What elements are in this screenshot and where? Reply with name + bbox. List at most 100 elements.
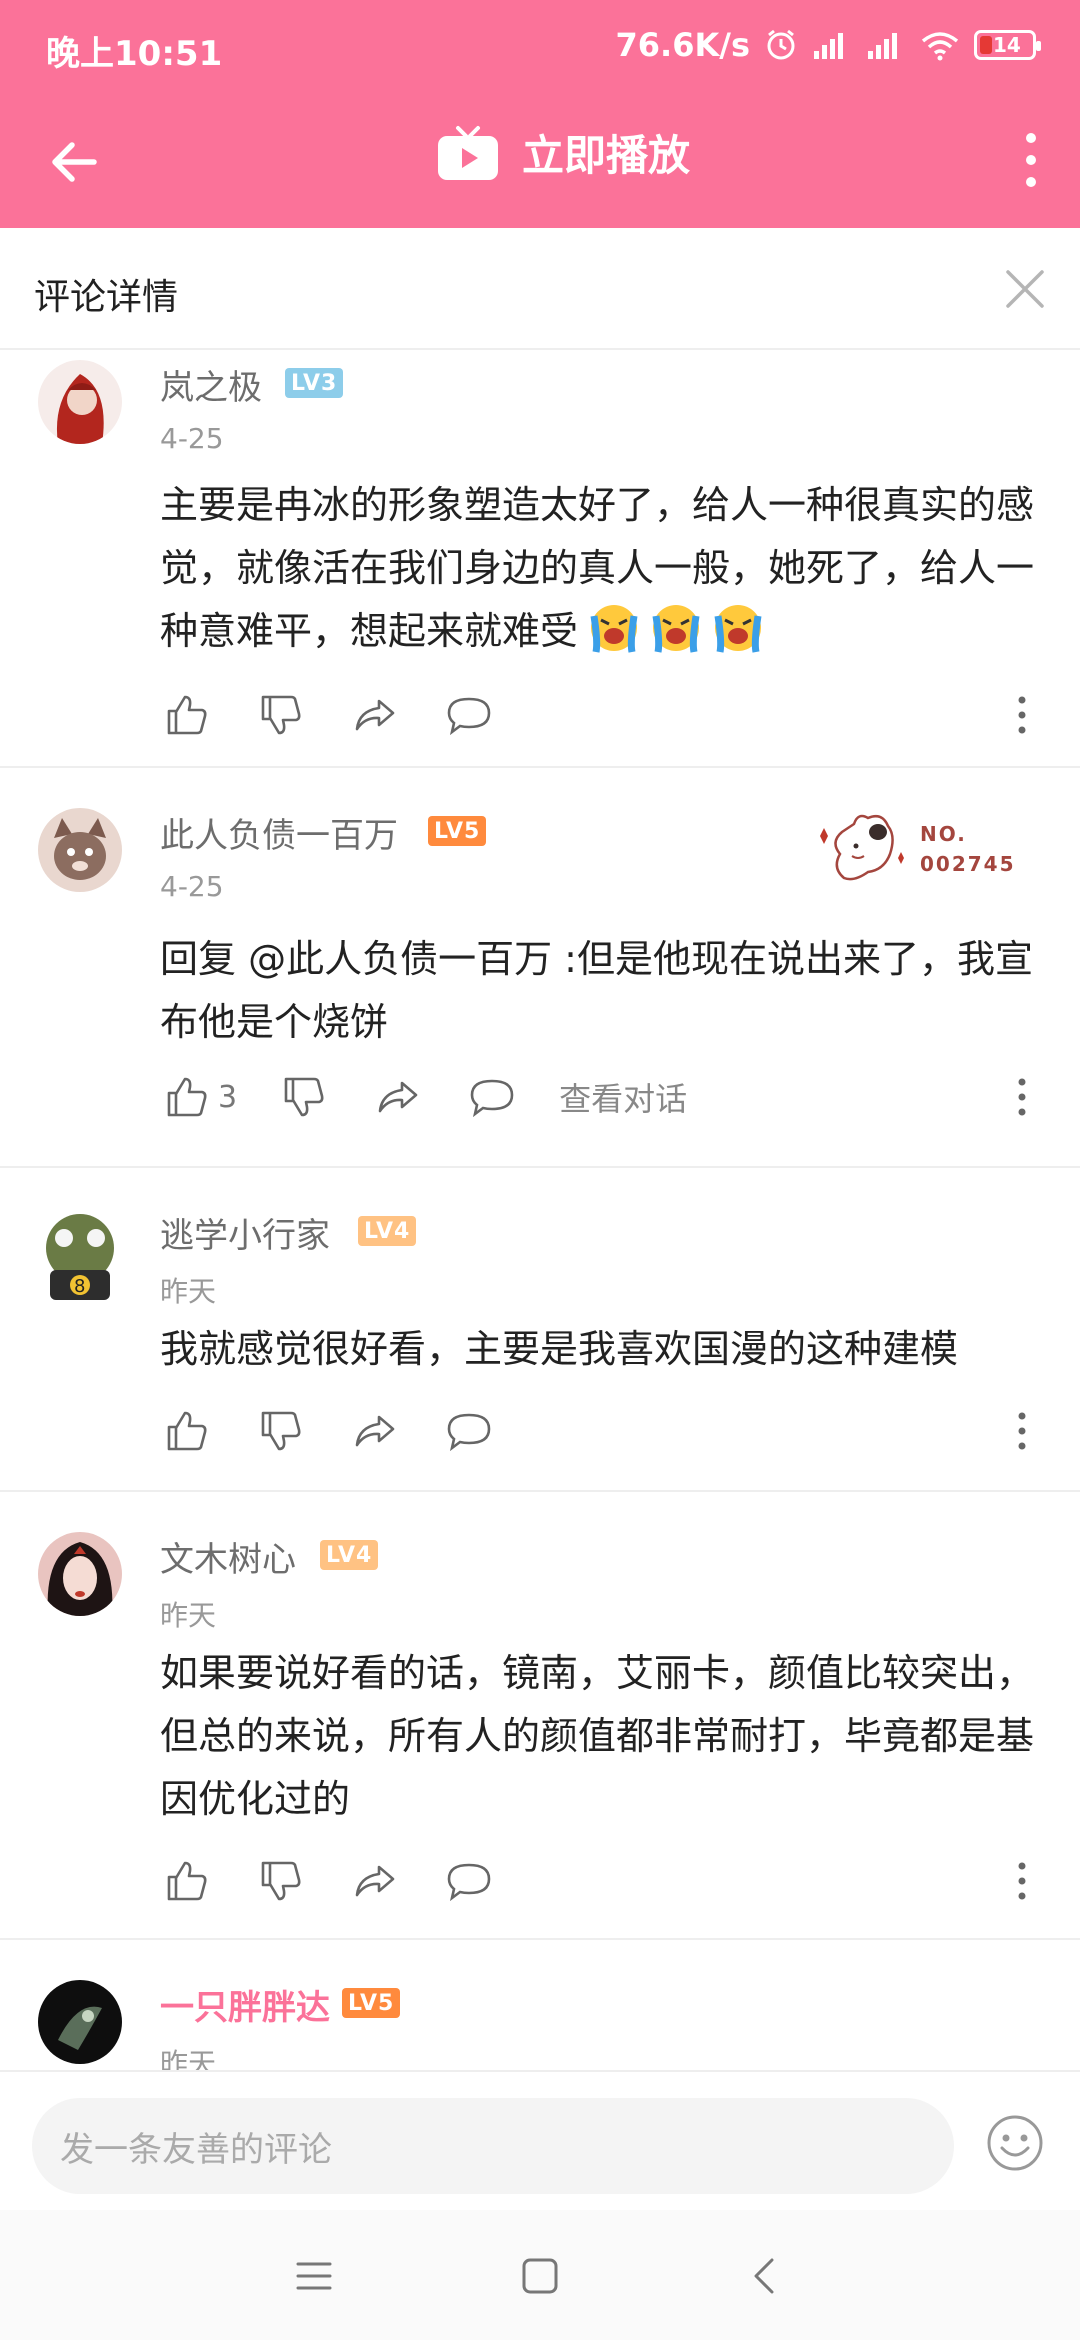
comment-actions bbox=[160, 688, 1040, 742]
emoji-button[interactable] bbox=[984, 2112, 1046, 2174]
app-header: 晚上10:51 76.6K/s 14 立即播放 bbox=[0, 0, 1080, 228]
level-badge: LV4 bbox=[320, 1540, 379, 1570]
comment-actions: 3 查看对话 bbox=[160, 1070, 1040, 1124]
chevron-left-icon bbox=[754, 2258, 774, 2294]
comment-bubble-icon bbox=[447, 1413, 491, 1452]
thumbs-up-icon bbox=[167, 1861, 207, 1901]
fan-number-label: NO. bbox=[920, 822, 967, 846]
comment-more-button[interactable] bbox=[1012, 690, 1032, 740]
system-back-button[interactable] bbox=[744, 2254, 788, 2298]
share-arrow-icon bbox=[355, 1865, 395, 1897]
share-button[interactable] bbox=[348, 688, 402, 742]
share-button[interactable] bbox=[348, 1854, 402, 1908]
thumbs-up-icon bbox=[167, 1077, 207, 1117]
like-button[interactable] bbox=[160, 688, 214, 742]
comment-more-button[interactable] bbox=[1012, 1406, 1032, 1456]
username[interactable]: 一只胖胖达 bbox=[160, 1980, 330, 2029]
status-bar: 晚上10:51 76.6K/s 14 bbox=[0, 0, 1080, 96]
comment-input[interactable]: 发一条友善的评论 bbox=[32, 2098, 954, 2194]
level-badge: LV3 bbox=[285, 368, 344, 398]
comment-text: 主要是冉冰的形象塑造太好了，给人一种很真实的感觉，就像活在我们身边的真人一般，她… bbox=[160, 474, 1040, 663]
comment-actions bbox=[160, 1854, 1040, 1908]
reply-button[interactable] bbox=[442, 688, 496, 742]
play-now-label: 立即播放 bbox=[522, 131, 691, 180]
wifi-icon bbox=[920, 29, 960, 61]
reply-button[interactable] bbox=[465, 1070, 519, 1124]
close-button[interactable] bbox=[1000, 264, 1050, 314]
avatar[interactable] bbox=[38, 1980, 122, 2064]
thumbs-down-icon bbox=[261, 1411, 301, 1451]
signal-icon bbox=[812, 29, 852, 61]
reply-button[interactable] bbox=[442, 1854, 496, 1908]
crying-emoji-icon bbox=[652, 605, 700, 653]
comment-date: 昨天 bbox=[160, 1599, 217, 1632]
smiley-icon bbox=[987, 2115, 1043, 2171]
comment-bubble-icon bbox=[447, 697, 491, 736]
comment-date: 4-25 bbox=[160, 422, 224, 455]
comment-input-bar: 发一条友善的评论 bbox=[0, 2070, 1080, 2210]
nav-bar: 立即播放 bbox=[0, 96, 1080, 228]
like-button[interactable] bbox=[160, 1404, 214, 1458]
battery-level: 14 bbox=[993, 33, 1021, 57]
more-vertical-icon bbox=[1018, 1078, 1026, 1116]
more-vertical-icon bbox=[1018, 696, 1026, 734]
battery-icon: 14 bbox=[974, 30, 1041, 60]
thumbs-down-icon bbox=[284, 1077, 324, 1117]
status-time: 晚上10:51 bbox=[46, 34, 223, 74]
menu-icon bbox=[296, 2262, 332, 2290]
avatar[interactable]: 8 bbox=[38, 1208, 122, 1300]
comment-more-button[interactable] bbox=[1012, 1856, 1032, 1906]
comment-date: 昨天 bbox=[160, 2047, 217, 2070]
comment-text: 回复 @此人负债一百万 :但是他现在说出来了，我宣布他是个烧饼 bbox=[160, 937, 1033, 1044]
share-button[interactable] bbox=[371, 1070, 425, 1124]
level-badge: LV5 bbox=[342, 1988, 401, 2018]
thumbs-up-icon bbox=[167, 1411, 207, 1451]
comment-text: 我就感觉很好看，主要是我喜欢国漫的这种建模 bbox=[160, 1327, 959, 1371]
comment-item: 岚之极 LV3 4-25 主要是冉冰的形象塑造太好了，给人一种很真实的感觉，就像… bbox=[0, 350, 1080, 768]
share-arrow-icon bbox=[355, 1415, 395, 1447]
network-speed: 76.6K/s bbox=[615, 26, 750, 64]
comment-list[interactable]: 岚之极 LV3 4-25 主要是冉冰的形象塑造太好了，给人一种很真实的感觉，就像… bbox=[0, 350, 1080, 2070]
thumbs-down-icon bbox=[261, 695, 301, 735]
system-navigation-bar bbox=[0, 2210, 1080, 2340]
dislike-button[interactable] bbox=[254, 688, 308, 742]
panel-title: 评论详情 bbox=[34, 277, 179, 318]
thumbs-down-icon bbox=[261, 1861, 301, 1901]
arrow-left-icon bbox=[52, 142, 97, 182]
avatar[interactable] bbox=[38, 808, 122, 892]
fan-number: 002745 bbox=[920, 852, 1016, 876]
puppy-sticker-icon bbox=[820, 814, 904, 881]
comment-more-button[interactable] bbox=[1012, 1072, 1032, 1122]
avatar[interactable] bbox=[38, 360, 122, 444]
dislike-button[interactable] bbox=[254, 1854, 308, 1908]
more-vertical-icon bbox=[1026, 133, 1036, 187]
username[interactable]: 逃学小行家 bbox=[160, 1208, 330, 1257]
comment-date: 4-25 bbox=[160, 870, 224, 903]
home-button[interactable] bbox=[518, 2254, 562, 2298]
like-button[interactable] bbox=[160, 1070, 214, 1124]
share-button[interactable] bbox=[348, 1404, 402, 1458]
crying-emoji-icon bbox=[714, 605, 762, 653]
comment-bubble-icon bbox=[447, 1863, 491, 1902]
avatar[interactable] bbox=[38, 1532, 122, 1616]
dislike-button[interactable] bbox=[277, 1070, 331, 1124]
username[interactable]: 岚之极 bbox=[160, 360, 262, 409]
comment-date: 昨天 bbox=[160, 1275, 217, 1308]
play-now-button[interactable]: 立即播放 bbox=[436, 122, 690, 183]
view-conversation-link[interactable]: 查看对话 bbox=[559, 1074, 687, 1120]
like-button[interactable] bbox=[160, 1854, 214, 1908]
comment-text: 如果要说好看的话，镜南，艾丽卡，颜值比较突出，但总的来说，所有人的颜值都非常耐打… bbox=[160, 1651, 1035, 1821]
status-icons: 76.6K/s 14 bbox=[615, 26, 1041, 64]
level-badge: LV5 bbox=[428, 816, 487, 846]
more-vertical-icon bbox=[1018, 1412, 1026, 1450]
username[interactable]: 文木树心 bbox=[160, 1532, 296, 1581]
signal-icon-2 bbox=[866, 29, 906, 61]
menu-button[interactable] bbox=[292, 2254, 336, 2298]
level-badge: LV4 bbox=[358, 1216, 417, 1246]
reply-button[interactable] bbox=[442, 1404, 496, 1458]
dislike-button[interactable] bbox=[254, 1404, 308, 1458]
back-button[interactable] bbox=[44, 132, 104, 192]
username[interactable]: 此人负债一百万 bbox=[160, 808, 398, 857]
tv-play-icon bbox=[438, 125, 498, 180]
more-options-button[interactable] bbox=[1016, 124, 1046, 196]
